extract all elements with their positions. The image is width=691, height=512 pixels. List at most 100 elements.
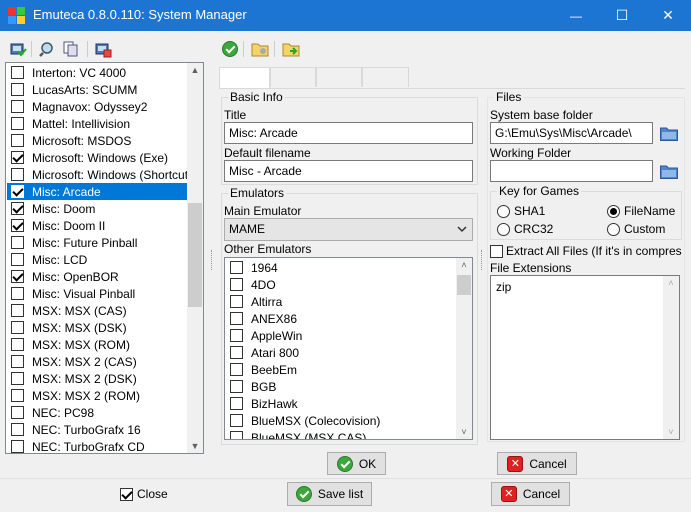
emulator-list-item[interactable]: Atari 800 — [226, 344, 454, 361]
system-list-item[interactable]: Misc: Arcade — [7, 183, 188, 200]
emu-scroll-down-icon[interactable]: ˅ — [456, 425, 472, 439]
system-checkbox[interactable] — [11, 440, 24, 453]
radio-filename[interactable]: FileName — [607, 204, 675, 218]
uncheck-all-icon[interactable] — [94, 40, 112, 58]
close-window-button[interactable]: ✕ — [645, 0, 691, 31]
system-checkbox[interactable] — [11, 372, 24, 385]
system-list-item[interactable]: MSX: MSX (CAS) — [7, 302, 188, 319]
ext-scroll-down-icon[interactable]: ˅ — [663, 425, 679, 439]
system-checkbox[interactable] — [11, 185, 24, 198]
splitter-handle-2[interactable] — [481, 250, 483, 270]
extract-all-checkbox[interactable]: Extract All Files (If it's in compressed — [490, 244, 682, 258]
emulator-list-item[interactable]: BizHawk — [226, 395, 454, 412]
search-icon[interactable] — [39, 40, 57, 58]
system-list-item[interactable]: Magnavox: Odyssey2 — [7, 98, 188, 115]
open-folder-icon[interactable] — [251, 40, 269, 58]
system-checkbox[interactable] — [11, 100, 24, 113]
emulator-checkbox[interactable] — [230, 261, 243, 274]
system-list-item[interactable]: MSX: MSX 2 (ROM) — [7, 387, 188, 404]
emulator-checkbox[interactable] — [230, 295, 243, 308]
emulators-scrollbar[interactable]: ˄ ˅ — [456, 258, 472, 439]
emulator-checkbox[interactable] — [230, 397, 243, 410]
cancel-window-button[interactable]: ✕ Cancel — [491, 482, 570, 506]
title-input[interactable]: Misc: Arcade — [224, 122, 473, 144]
system-checkbox[interactable] — [11, 134, 24, 147]
cancel-button[interactable]: ✕ Cancel — [497, 452, 577, 475]
emulator-checkbox[interactable] — [230, 346, 243, 359]
default-filename-input[interactable]: Misc - Arcade — [224, 160, 473, 182]
emulator-list-item[interactable]: BlueMSX (Colecovision) — [226, 412, 454, 429]
emulator-list-item[interactable]: 4DO — [226, 276, 454, 293]
system-list-scrollbar[interactable]: ▲ ▼ — [187, 63, 203, 453]
system-list[interactable]: Interton: VC 4000 LucasArts: SCUMM Magnavo… — [5, 62, 204, 454]
save-list-button[interactable]: Save list — [287, 482, 372, 506]
main-emulator-select[interactable]: MAME — [224, 218, 473, 241]
system-list-item[interactable]: Misc: Doom II — [7, 217, 188, 234]
radio-sha1[interactable]: SHA1 — [497, 204, 545, 218]
system-checkbox[interactable] — [11, 355, 24, 368]
emulator-checkbox[interactable] — [230, 278, 243, 291]
emulator-list-item[interactable]: BlueMSX (MSX CAS) — [226, 429, 454, 439]
system-list-item[interactable]: Microsoft: MSDOS — [7, 132, 188, 149]
system-list-item[interactable]: Microsoft: Windows (Exe) — [7, 149, 188, 166]
system-list-item[interactable]: MSX: MSX (ROM) — [7, 336, 188, 353]
title-bar[interactable]: Emuteca 0.8.0.110: System Manager — ☐ ✕ — [0, 0, 691, 31]
emulator-checkbox[interactable] — [230, 329, 243, 342]
base-folder-input[interactable]: G:\Emu\Sys\Misc\Arcade\ — [490, 122, 653, 144]
emulator-checkbox[interactable] — [230, 431, 243, 439]
emu-scroll-up-icon[interactable]: ˄ — [456, 258, 472, 272]
working-folder-input[interactable] — [490, 160, 653, 182]
radio-crc32[interactable]: CRC32 — [497, 222, 553, 236]
emu-scroll-thumb[interactable] — [457, 275, 471, 295]
tab-3[interactable] — [316, 67, 362, 87]
system-checkbox[interactable] — [11, 338, 24, 351]
system-checkbox[interactable] — [11, 236, 24, 249]
system-checkbox[interactable] — [11, 270, 24, 283]
system-checkbox[interactable] — [11, 83, 24, 96]
emulator-list-item[interactable]: BGB — [226, 378, 454, 395]
emulator-list-item[interactable]: 1964 — [226, 259, 454, 276]
emulator-list-item[interactable]: Altirra — [226, 293, 454, 310]
emulator-checkbox[interactable] — [230, 363, 243, 376]
emulator-list-item[interactable]: ANEX86 — [226, 310, 454, 327]
save-system-button[interactable] — [222, 41, 238, 57]
system-list-item[interactable]: MSX: MSX 2 (DSK) — [7, 370, 188, 387]
system-list-item[interactable]: Mattel: Intellivision — [7, 115, 188, 132]
system-list-item[interactable]: NEC: PC98 — [7, 404, 188, 421]
ext-scroll-up-icon[interactable]: ˄ — [663, 276, 679, 290]
scroll-up-arrow-icon[interactable]: ▲ — [187, 63, 203, 77]
ok-button[interactable]: OK — [327, 452, 386, 475]
system-list-item[interactable]: Microsoft: Windows (Shortcut) — [7, 166, 188, 183]
system-list-item[interactable]: NEC: TurboGrafx 16 — [7, 421, 188, 438]
system-checkbox[interactable] — [11, 253, 24, 266]
system-list-item[interactable]: Misc: Future Pinball — [7, 234, 188, 251]
emulator-list-item[interactable]: AppleWin — [226, 327, 454, 344]
maximize-button[interactable]: ☐ — [599, 0, 645, 31]
browse-folder-icon[interactable] — [660, 127, 678, 141]
scroll-thumb[interactable] — [188, 203, 202, 307]
system-checkbox[interactable] — [11, 66, 24, 79]
other-emulators-list[interactable]: 1964 4DO Altirra ANEX86 AppleWin Atari 800 Bee… — [224, 257, 473, 440]
system-checkbox[interactable] — [11, 304, 24, 317]
system-checkbox[interactable] — [11, 219, 24, 232]
file-extensions-textarea[interactable]: zip ˄ ˅ — [490, 275, 680, 440]
system-list-item[interactable]: MSX: MSX 2 (CAS) — [7, 353, 188, 370]
copy-icon[interactable] — [62, 40, 80, 58]
system-list-item[interactable]: Misc: Visual Pinball — [7, 285, 188, 302]
system-list-item[interactable]: MSX: MSX (DSK) — [7, 319, 188, 336]
extensions-scrollbar[interactable]: ˄ ˅ — [663, 276, 679, 439]
system-list-item[interactable]: Misc: OpenBOR — [7, 268, 188, 285]
system-checkbox[interactable] — [11, 202, 24, 215]
tab-4[interactable] — [362, 67, 409, 87]
system-checkbox[interactable] — [11, 389, 24, 402]
scroll-down-arrow-icon[interactable]: ▼ — [187, 439, 203, 453]
emulator-checkbox[interactable] — [230, 380, 243, 393]
system-checkbox[interactable] — [11, 321, 24, 334]
system-list-item[interactable]: Misc: LCD — [7, 251, 188, 268]
system-checkbox[interactable] — [11, 151, 24, 164]
minimize-button[interactable]: — — [553, 0, 599, 31]
system-checkbox[interactable] — [11, 287, 24, 300]
system-list-item[interactable]: Interton: VC 4000 — [7, 64, 188, 81]
browse-working-folder-icon[interactable] — [660, 165, 678, 179]
splitter-handle[interactable] — [211, 250, 213, 270]
